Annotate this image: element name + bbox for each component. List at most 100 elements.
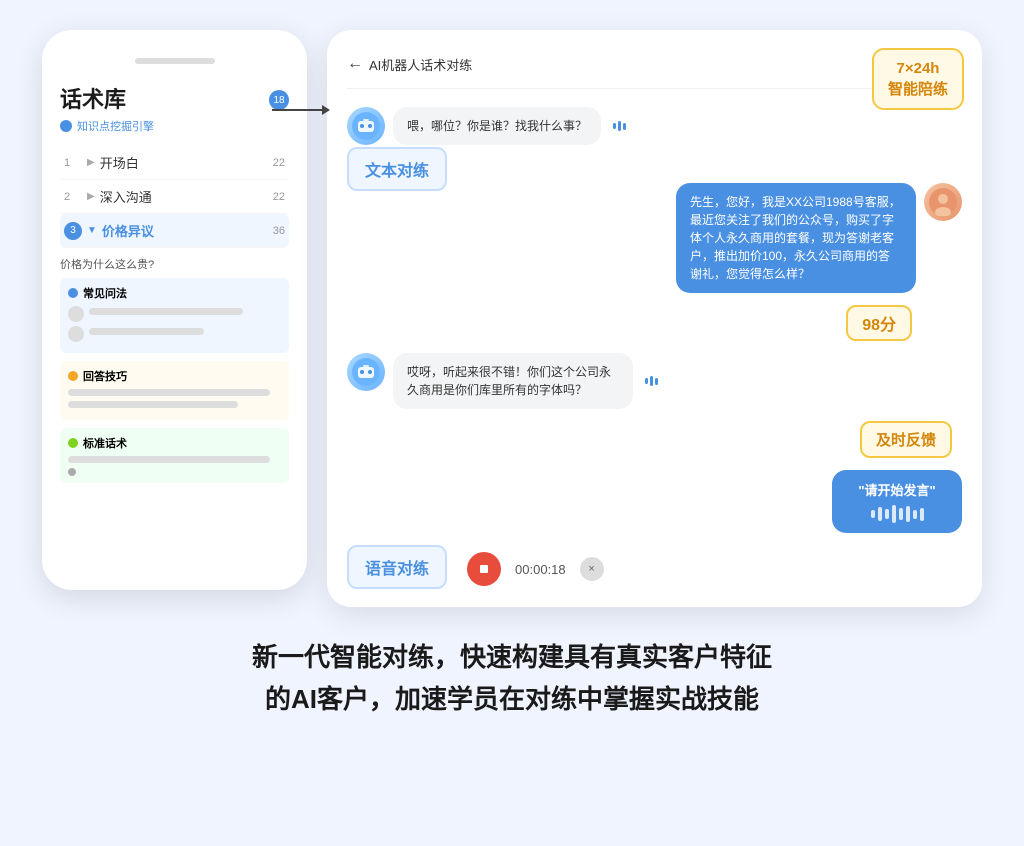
standard-section: 标准话术 xyxy=(60,428,289,483)
voice-start-text: "请开始发言" xyxy=(852,480,942,499)
phone-mockup: 话术库 知识点挖掘引擎 18 1 ▶ 开场白 22 2 ▶ 深入沟通 22 3 … xyxy=(42,30,307,590)
arrow-icon-2: ▶ xyxy=(87,191,95,202)
voice-practice-text: 语音对练 xyxy=(365,561,429,578)
wf-2 xyxy=(878,507,882,521)
question-label: 价格为什么这么贵? xyxy=(60,256,289,272)
knowledge-icon xyxy=(60,120,72,132)
voice-bubble-container: "请开始发言" xyxy=(347,470,962,533)
standard-header: 标准话术 xyxy=(68,435,281,451)
bot-bubble-1: 喂，哪位？你是谁？找我什么事？ xyxy=(393,107,601,145)
wf-5 xyxy=(899,508,903,520)
menu-label-3: 价格异议 xyxy=(102,221,273,240)
chat-panel: AI机器人话术对练 7×24h 智能陪练 xyxy=(327,30,982,607)
arrow-icon-1: ▶ xyxy=(87,157,95,168)
menu-item-3[interactable]: 3 ▼ 价格异议 36 xyxy=(60,214,289,248)
faq-row-1 xyxy=(68,306,281,322)
score-badge: 98分 xyxy=(846,305,912,341)
menu-item-2[interactable]: 2 ▶ 深入沟通 22 xyxy=(60,180,289,214)
wave-2b xyxy=(650,376,653,386)
human-text-1: 先生，您好，我是XX公司1988号客服，最近您关注了我们的公众号，购买了字体个人… xyxy=(690,195,901,281)
wf-6 xyxy=(906,506,910,522)
menu-num-1: 1 xyxy=(64,157,82,169)
tips-dot xyxy=(68,371,78,381)
faq-line-1a xyxy=(89,308,243,315)
header-left: AI机器人话术对练 xyxy=(347,55,472,74)
text-practice-label: 文本对练 xyxy=(347,147,447,191)
feedback-badge: 及时反馈 xyxy=(860,421,952,458)
wf-1 xyxy=(871,510,875,518)
feedback-text: 及时反馈 xyxy=(876,432,936,449)
wf-4 xyxy=(892,505,896,523)
tips-section: 回答技巧 xyxy=(60,361,289,420)
badge-7x24-text: 7×24h 智能陪练 xyxy=(888,60,948,98)
bot-text-2: 哎呀，听起来很不错！你们这个公司永久商用是你们库里所有的字体吗？ xyxy=(407,365,611,397)
phone-subtitle: 知识点挖掘引擎 xyxy=(60,118,289,134)
chat-row-bot-1: 喂，哪位？你是谁？找我什么事？ xyxy=(347,107,962,145)
menu-count-3: 36 xyxy=(273,225,285,237)
close-voice-button[interactable]: × xyxy=(580,557,604,581)
chat-title: AI机器人话术对练 xyxy=(369,55,472,74)
menu-num-2: 2 xyxy=(64,191,82,203)
bot-avatar-1 xyxy=(347,107,385,145)
score-text: 98分 xyxy=(862,317,896,334)
subtitle-text: 知识点挖掘引擎 xyxy=(77,118,154,134)
feedback-container: 及时反馈 xyxy=(347,421,952,458)
voice-bubble: "请开始发言" xyxy=(832,470,962,533)
arrow-icon-3: ▼ xyxy=(87,225,97,236)
bullet-1 xyxy=(68,468,76,476)
wave-1a xyxy=(613,123,616,129)
text-practice-text: 文本对练 xyxy=(365,163,429,180)
faq-row-2 xyxy=(68,326,281,342)
bottom-text-line1: 新一代智能对练，快速构建具有真实客户特征 xyxy=(252,637,772,679)
chat-row-bot-2: 哎呀，听起来很不错！你们这个公司永久商用是你们库里所有的字体吗？ xyxy=(347,353,962,409)
person-icon-2 xyxy=(68,326,84,342)
tips-label: 回答技巧 xyxy=(83,368,127,384)
faq-line-2a xyxy=(89,328,204,335)
faq-dot xyxy=(68,288,78,298)
bot-avatar-2 xyxy=(347,353,385,391)
bot-bubble-2: 哎呀，听起来很不错！你们这个公司永久商用是你们库里所有的字体吗？ xyxy=(393,353,633,409)
faq-label: 常见问法 xyxy=(83,285,127,301)
chat-area: 喂，哪位？你是谁？找我什么事？ 文本对练 xyxy=(347,107,962,589)
menu-label-2: 深入沟通 xyxy=(100,187,273,206)
chat-row-human-1: 先生，您好，我是XX公司1988号客服，最近您关注了我们的公众号，购买了字体个人… xyxy=(347,183,962,293)
standard-label: 标准话术 xyxy=(83,435,127,451)
human-avatar-1 xyxy=(924,183,962,221)
faq-header: 常见问法 xyxy=(68,285,281,301)
tips-line-1 xyxy=(68,389,270,396)
timer-display: 00:00:18 xyxy=(515,562,566,577)
chat-header: AI机器人话术对练 xyxy=(347,50,962,89)
sound-waves-1 xyxy=(613,121,626,131)
menu-count-1: 22 xyxy=(273,157,285,169)
bottom-text-line2: 的AI客户，加速学员在对练中掌握实战技能 xyxy=(252,679,772,721)
stop-record-button[interactable] xyxy=(467,552,501,586)
bot-bubble-row-2: 哎呀，听起来很不错！你们这个公司永久商用是你们库里所有的字体吗？ xyxy=(393,353,658,409)
voice-practice-label: 语音对练 xyxy=(347,545,447,589)
menu-num-3: 3 xyxy=(64,222,82,240)
menu-item-1[interactable]: 1 ▶ 开场白 22 xyxy=(60,146,289,180)
close-icon: × xyxy=(588,563,594,575)
phone-title: 话术库 xyxy=(60,82,289,114)
tips-header: 回答技巧 xyxy=(68,368,281,384)
waveform xyxy=(852,505,942,523)
badge-7x24: 7×24h 智能陪练 xyxy=(872,48,964,110)
wf-8 xyxy=(920,508,924,521)
connector-arrow xyxy=(272,105,330,115)
person-icon-1 xyxy=(68,306,84,322)
standard-dot xyxy=(68,438,78,448)
wave-2a xyxy=(645,378,648,384)
bot-text-1: 喂，哪位？你是谁？找我什么事？ xyxy=(407,119,587,133)
bottom-section: 新一代智能对练，快速构建具有真实客户特征 的AI客户，加速学员在对练中掌握实战技… xyxy=(252,637,772,720)
human-bubble-1: 先生，您好，我是XX公司1988号客服，最近您关注了我们的公众号，购买了字体个人… xyxy=(676,183,916,293)
bot-bubble-row-1: 喂，哪位？你是谁？找我什么事？ xyxy=(393,107,626,145)
voice-controls-row: 语音对练 00:00:18 × xyxy=(347,545,962,589)
arrow-label: AI机器人话术对练 xyxy=(347,55,472,74)
tips-line-2 xyxy=(68,401,238,408)
faq-section: 常见问法 xyxy=(60,278,289,353)
standard-line-1 xyxy=(68,456,270,463)
wf-7 xyxy=(913,510,917,519)
main-content: 话术库 知识点挖掘引擎 18 1 ▶ 开场白 22 2 ▶ 深入沟通 22 3 … xyxy=(42,30,982,607)
wave-1c xyxy=(623,123,626,130)
wave-1b xyxy=(618,121,621,131)
score-container: 98分 xyxy=(347,305,912,341)
